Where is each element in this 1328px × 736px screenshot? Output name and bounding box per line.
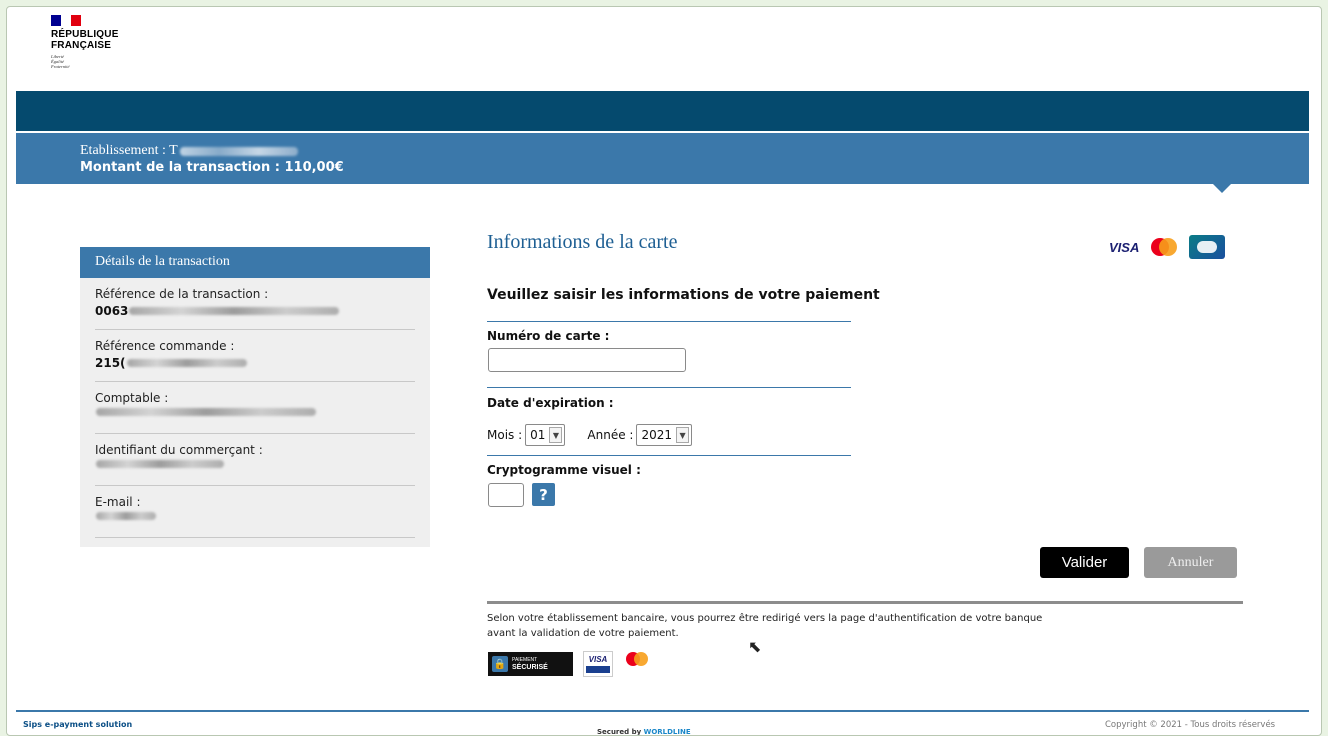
redacted-value [96,512,156,520]
divider [487,321,851,322]
cb-icon [1189,235,1226,259]
authentication-notice: Selon votre établissement bancaire, vous… [487,613,1043,639]
cvv-label: Cryptogramme visuel : [487,463,641,477]
visa-icon: VISA [1109,239,1140,255]
cvv-help-button[interactable]: ? [532,483,555,506]
detail-row-email: E-mail : [95,486,415,538]
republique-francaise-logo: RÉPUBLIQUE FRANÇAISE Liberté Égalité Fra… [51,15,119,69]
cancel-button[interactable]: Annuler [1144,547,1237,578]
logo-line-2: FRANÇAISE [51,40,112,51]
footer-divider [16,710,1309,712]
expiry-row: Mois : 01 ▼ Année : 2021 ▼ [487,424,693,446]
expiry-label: Date d'expiration : [487,396,614,410]
french-flag-icon [51,15,81,26]
year-select[interactable]: 2021 ▼ [636,424,693,446]
logo-line-1: RÉPUBLIQUE [51,29,119,40]
mastercard-id-check-badge [623,651,651,677]
redacted-value [129,307,340,315]
visa-secure-badge: VISA [583,651,613,677]
header-band [16,91,1309,131]
mastercard-icon [626,652,648,666]
cvv-input[interactable] [488,483,524,507]
transaction-details-panel: Détails de la transaction Référence de l… [80,247,430,547]
divider [487,455,851,456]
accepted-cards: VISA [1109,235,1226,259]
mouse-cursor-icon: ⬉ [748,637,762,656]
redacted-value [126,359,247,367]
divider [487,387,851,388]
month-label: Mois : [487,428,523,442]
notice-divider [487,601,1243,604]
payment-window: RÉPUBLIQUE FRANÇAISE Liberté Égalité Fra… [6,6,1322,736]
footer-secured-by: Secured by WORLDLINE [597,728,691,736]
redacted-value [96,408,316,416]
year-label: Année : [587,428,634,442]
etablissement-row: Etablissement : T [80,143,298,159]
detail-row-comptable: Comptable : [95,382,415,434]
transaction-amount: Montant de la transaction : 110,00€ [80,160,344,175]
mastercard-icon [1151,238,1178,256]
card-info-title: Informations de la carte [487,231,678,253]
footer-solution: Sips e-payment solution [23,720,133,729]
lock-icon: 🔒 [492,656,508,672]
banner-notch [1213,184,1231,193]
validate-button[interactable]: Valider [1040,547,1129,578]
logo-motto: Liberté Égalité Fraternité [51,54,70,69]
form-intro: Veuillez saisir les informations de votr… [487,287,880,303]
detail-row-merchant-id: Identifiant du commerçant : [95,434,415,486]
card-number-label: Numéro de carte : [487,329,610,343]
chevron-down-icon: ▼ [549,427,563,443]
footer-copyright: Copyright © 2021 - Tous droits réservés [1105,720,1276,730]
detail-row-order-ref: Référence commande : 215( [95,330,415,382]
details-title: Détails de la transaction [80,247,430,278]
secure-payment-badge: 🔒 PAIEMENT SÉCURISÉ [488,652,573,676]
card-number-input[interactable] [488,348,686,372]
etablissement-label: Etablissement : T [80,143,178,158]
security-badges: 🔒 PAIEMENT SÉCURISÉ VISA [488,651,651,677]
etablissement-value-redacted [179,146,298,156]
redacted-value [96,460,224,468]
transaction-banner: Etablissement : T Montant de la transact… [16,133,1309,184]
chevron-down-icon: ▼ [676,427,690,443]
month-select[interactable]: 01 ▼ [525,424,566,446]
detail-row-transaction-ref: Référence de la transaction : 0063 [95,278,415,330]
